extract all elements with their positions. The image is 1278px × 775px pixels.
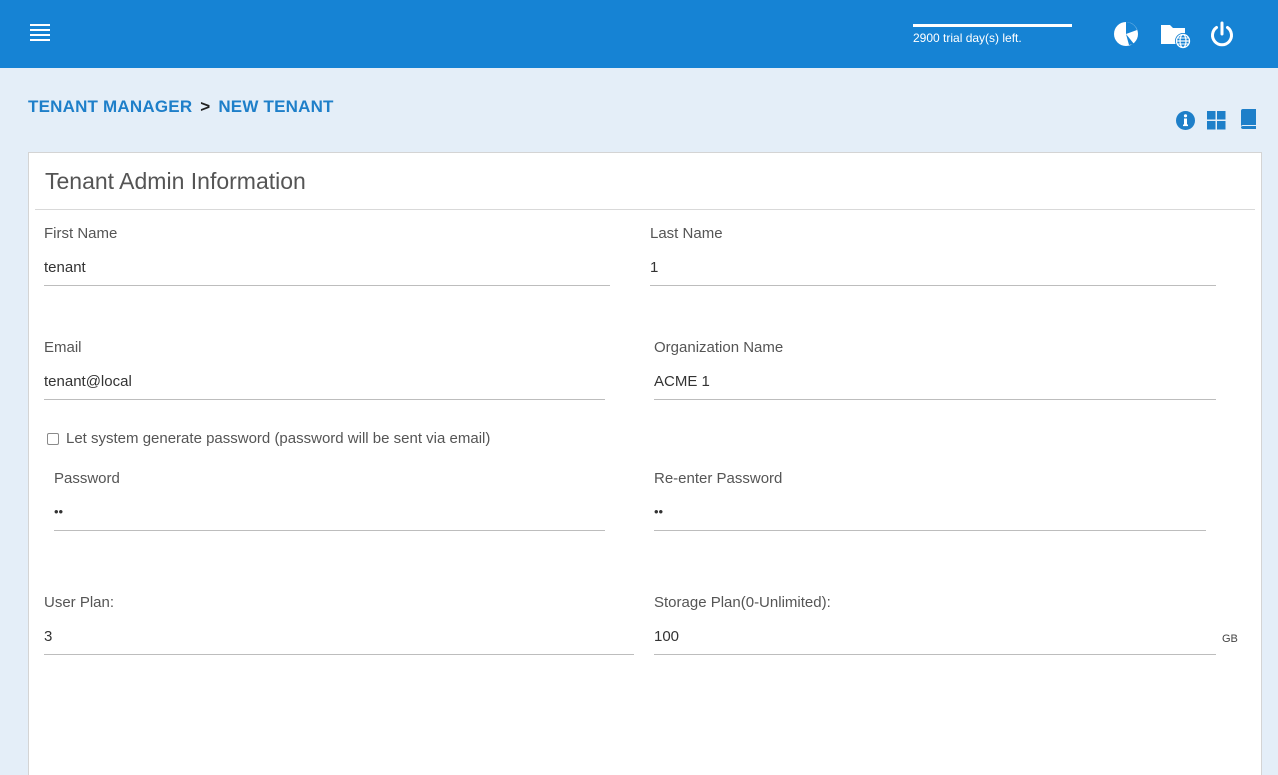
last-name-label: Last Name [650, 225, 723, 242]
user-plan-input[interactable] [44, 628, 634, 645]
first-name-field: First Name [44, 225, 610, 287]
email-field: Email [44, 339, 605, 401]
first-name-input[interactable] [44, 259, 610, 276]
breadcrumb-separator: > [200, 97, 211, 116]
breadcrumb-root[interactable]: TENANT MANAGER [28, 97, 192, 116]
power-icon[interactable] [1208, 20, 1238, 50]
organization-name-input[interactable] [654, 373, 1216, 390]
storage-plan-underline [654, 654, 1216, 655]
storage-plan-input[interactable] [654, 628, 1216, 645]
panel-divider [35, 209, 1255, 210]
generate-password-label[interactable]: Let system generate password (password w… [66, 430, 490, 447]
trial-progress-bar [913, 24, 1072, 27]
password-label: Password [54, 470, 120, 487]
password-input[interactable]: •• [54, 504, 605, 519]
dashboard-pie-icon[interactable] [1112, 20, 1142, 50]
storage-plan-field: Storage Plan(0-Unlimited): [654, 594, 1216, 656]
generate-password-row: Let system generate password (password w… [47, 430, 490, 447]
first-name-label: First Name [44, 225, 118, 242]
last-name-field: Last Name [650, 225, 1216, 287]
info-icon[interactable] [1175, 110, 1197, 132]
organization-name-field: Organization Name [654, 339, 1216, 401]
breadcrumb: TENANT MANAGER > NEW TENANT [28, 97, 334, 117]
user-plan-underline [44, 654, 634, 655]
first-name-underline [44, 285, 610, 286]
last-name-input[interactable] [650, 259, 1216, 276]
storage-unit-label: GB [1222, 633, 1238, 645]
user-plan-label: User Plan: [44, 594, 115, 611]
menu-icon[interactable] [30, 24, 50, 42]
organization-name-label: Organization Name [654, 339, 784, 356]
user-plan-field: User Plan: [44, 594, 634, 656]
top-bar: 2900 trial day(s) left. [0, 0, 1278, 68]
breadcrumb-current: NEW TENANT [218, 97, 334, 116]
password-underline [54, 530, 605, 531]
trial-days-text: 2900 trial day(s) left. [913, 31, 1022, 45]
storage-plan-label: Storage Plan(0-Unlimited): [654, 594, 831, 611]
panel-title: Tenant Admin Information [45, 168, 306, 194]
grid-icon[interactable] [1206, 110, 1228, 132]
tenant-admin-panel: Tenant Admin Information First Name Last… [28, 152, 1262, 775]
password-field: Password •• [54, 470, 605, 532]
reenter-password-field: Re-enter Password •• [654, 470, 1206, 532]
reenter-password-label: Re-enter Password [654, 470, 783, 487]
reenter-password-input[interactable]: •• [654, 504, 1206, 519]
last-name-underline [650, 285, 1216, 286]
cloud-folder-icon[interactable] [1160, 20, 1191, 50]
organization-name-underline [654, 399, 1216, 400]
email-input[interactable] [44, 373, 605, 390]
reenter-password-underline [654, 530, 1206, 531]
generate-password-checkbox[interactable] [47, 432, 59, 445]
book-icon[interactable] [1238, 108, 1260, 130]
email-label: Email [44, 339, 82, 356]
email-underline [44, 399, 605, 400]
